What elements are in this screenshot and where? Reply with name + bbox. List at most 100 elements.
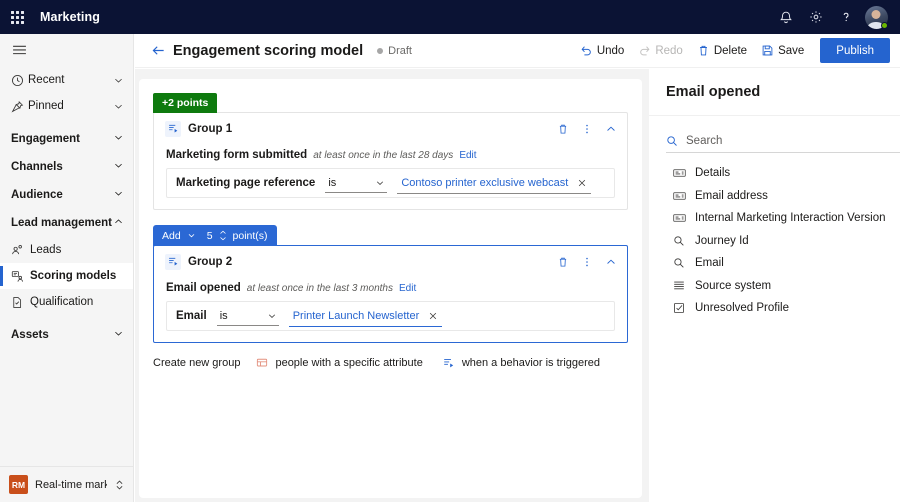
properties-search[interactable] — [666, 129, 900, 153]
group-2-trigger: Email opened at least once in the last 3… — [154, 277, 627, 301]
group-1-card[interactable]: Group 1 Marketing form submitted at leas… — [153, 112, 628, 210]
chevron-down-icon[interactable] — [187, 231, 196, 240]
chevron-down-icon[interactable] — [113, 160, 124, 174]
group-1-condition-row: Marketing page reference is Contoso prin… — [166, 168, 615, 198]
chevron-down-icon[interactable] — [113, 328, 124, 342]
app-launcher-button[interactable] — [0, 0, 34, 34]
spinner-updown-icon[interactable] — [219, 230, 227, 241]
command-bar: Engagement scoring model Draft Undo Redo… — [135, 34, 900, 68]
chevron-down-icon[interactable] — [113, 75, 124, 86]
app-area-switcher[interactable]: RM Real-time marketi... — [0, 466, 133, 502]
sidebar-item-recent[interactable]: Recent — [0, 67, 133, 93]
notifications-button[interactable] — [771, 0, 801, 34]
command-bar-actions: Undo Redo Delete Save Publish — [574, 38, 890, 63]
sidebar-item-leads[interactable]: Leads — [0, 237, 133, 263]
sidebar-toggle-button[interactable] — [0, 34, 133, 64]
group-2-points-tab[interactable]: Add 5 point(s) — [153, 225, 277, 246]
group-1-delete-icon[interactable] — [557, 123, 569, 135]
undo-button[interactable]: Undo — [574, 39, 631, 63]
attribute-group-icon — [256, 357, 268, 369]
gear-icon — [810, 11, 822, 23]
create-option-behavior[interactable]: when a behavior is triggered — [443, 357, 600, 369]
properties-panel-header: Email opened — [649, 69, 900, 116]
group-2-points-unit: point(s) — [232, 229, 268, 242]
group-2-edit-link[interactable]: Edit — [399, 283, 416, 294]
publish-button[interactable]: Publish — [820, 38, 890, 63]
sidebar-item-scoring-models[interactable]: Scoring models — [0, 263, 133, 289]
chevron-down-icon[interactable] — [113, 132, 124, 146]
save-button[interactable]: Save — [755, 39, 810, 63]
close-icon[interactable] — [428, 311, 438, 321]
user-avatar-button[interactable] — [861, 0, 891, 34]
group-2-card[interactable]: Group 2 Email opened at least once in th… — [153, 245, 628, 343]
group-1-actions — [557, 123, 617, 135]
page-title: Engagement scoring model — [173, 42, 364, 59]
sidebar-nav: Recent Pinned Engagement Channels Audien… — [0, 64, 133, 466]
undo-label: Undo — [596, 44, 625, 57]
undo-icon — [580, 44, 593, 57]
list-item-label: Unresolved Profile — [695, 302, 789, 315]
list-item-label: Email — [695, 257, 724, 270]
group-1-collapse-icon[interactable] — [605, 123, 617, 135]
canvas: +2 points Group 1 Marketing form submitt… — [135, 69, 900, 502]
group-2-actions — [557, 256, 617, 268]
list-item[interactable]: Details — [649, 162, 900, 185]
group-2-points-value[interactable]: 5 — [207, 230, 213, 242]
sidebar-group-audience[interactable]: Audience — [0, 181, 133, 209]
group-2-operator-value: is — [219, 309, 228, 322]
chevron-updown-icon[interactable] — [114, 479, 125, 491]
redo-icon — [638, 44, 651, 57]
behavior-trigger-icon — [165, 253, 181, 270]
sidebar-item-pinned[interactable]: Pinned — [0, 93, 133, 119]
lookup-icon — [673, 235, 686, 247]
group-1-header: Group 1 — [154, 113, 627, 144]
list-item[interactable]: Source system — [649, 275, 900, 298]
settings-button[interactable] — [801, 0, 831, 34]
group-2-operator-select[interactable]: is — [216, 306, 279, 326]
sidebar-group-engagement[interactable]: Engagement — [0, 125, 133, 153]
redo-button[interactable]: Redo — [632, 39, 689, 63]
sidebar-group-label: Audience — [11, 189, 63, 201]
list-item[interactable]: Journey Id — [649, 230, 900, 253]
group-1-edit-link[interactable]: Edit — [459, 150, 476, 161]
delete-label: Delete — [713, 44, 748, 57]
properties-panel: Email opened Search Details Email addres… — [649, 69, 900, 502]
group-2-condition-value[interactable]: Printer Launch Newsletter — [288, 306, 443, 327]
list-item[interactable]: Internal Marketing Interaction Version — [649, 207, 900, 230]
sidebar-item-qualification[interactable]: Qualification — [0, 289, 133, 315]
create-new-group-label: Create new group — [153, 357, 241, 369]
group-2-more-icon[interactable] — [581, 256, 593, 268]
list-item-label: Email address — [695, 189, 768, 202]
search-input[interactable] — [686, 134, 900, 147]
list-item[interactable]: Unresolved Profile — [649, 297, 900, 320]
text-field-icon — [673, 191, 686, 201]
chevron-down-icon[interactable] — [113, 101, 124, 112]
qualification-icon — [11, 296, 30, 309]
app-root: Marketing Recent Pinned Engagement Chann… — [0, 0, 900, 502]
sidebar-group-lead-management[interactable]: Lead management — [0, 209, 133, 237]
trash-icon — [697, 44, 710, 57]
back-button[interactable] — [147, 40, 169, 62]
help-button[interactable] — [831, 0, 861, 34]
group-1-trigger-name: Marketing form submitted — [166, 149, 308, 161]
sidebar-group-channels[interactable]: Channels — [0, 153, 133, 181]
group-1-trigger-frequency: at least once in the last 28 days — [313, 150, 454, 161]
group-2-delete-icon[interactable] — [557, 256, 569, 268]
group-1-operator-select[interactable]: is — [325, 173, 388, 193]
sidebar-group-assets[interactable]: Assets — [0, 321, 133, 349]
sidebar-group-label: Engagement — [11, 133, 81, 145]
delete-button[interactable]: Delete — [691, 39, 753, 63]
group-2-collapse-icon[interactable] — [605, 256, 617, 268]
create-option-attribute[interactable]: people with a specific attribute — [256, 357, 423, 369]
chevron-up-icon[interactable] — [113, 216, 124, 230]
arrow-left-icon — [152, 46, 164, 55]
list-item[interactable]: Email — [649, 252, 900, 275]
save-label: Save — [778, 44, 805, 57]
list-item[interactable]: Email address — [649, 185, 900, 208]
group-1-condition-value[interactable]: Contoso printer exclusive webcast — [397, 173, 592, 194]
list-item-label: Internal Marketing Interaction Version — [695, 212, 886, 225]
group-1-more-icon[interactable] — [581, 123, 593, 135]
close-icon[interactable] — [577, 178, 587, 188]
chevron-down-icon[interactable] — [113, 188, 124, 202]
sidebar-item-label: Pinned — [28, 100, 64, 112]
